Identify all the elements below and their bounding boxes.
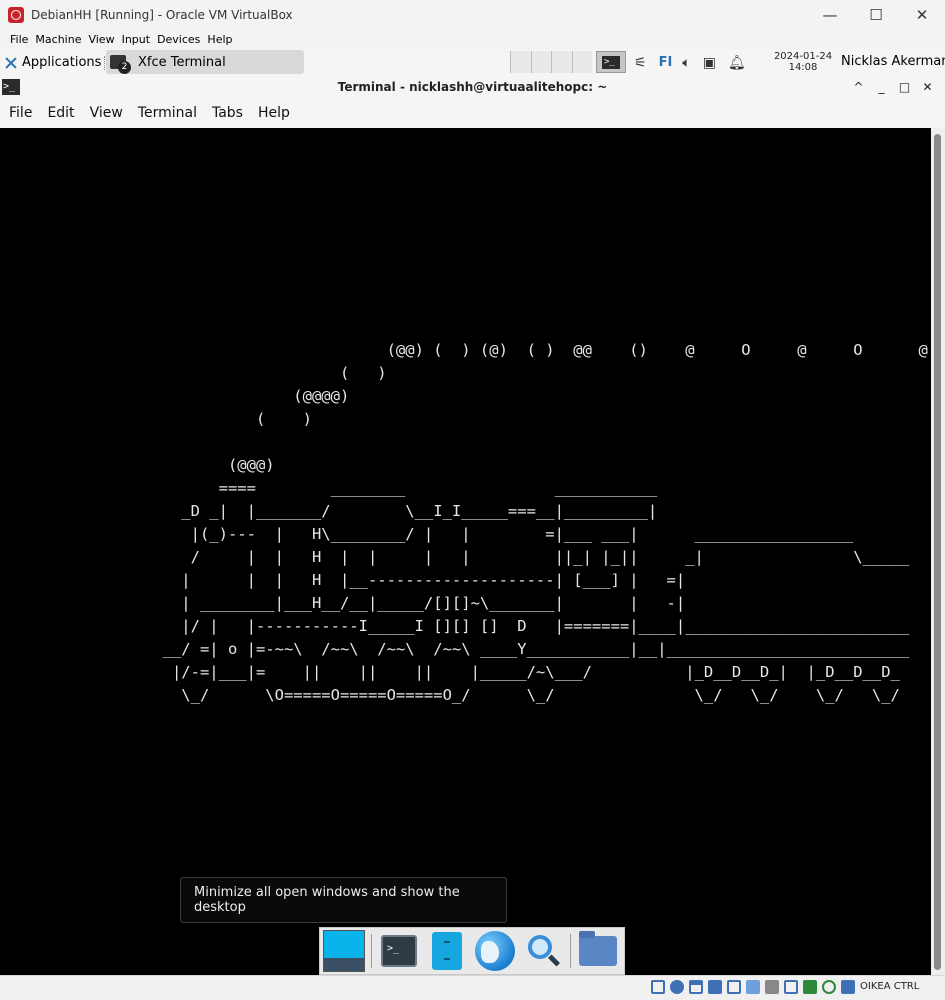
host-key-label: OIKEA CTRL — [860, 981, 920, 992]
terminal-scrollbar[interactable] — [931, 128, 945, 975]
workspace-2[interactable] — [530, 51, 551, 73]
shared-folders-icon[interactable] — [746, 980, 760, 994]
network-adapter-icon[interactable] — [708, 980, 722, 994]
terminal-window-title: Terminal - nicklashh@virtuaalitehopc: ~ — [337, 80, 608, 94]
dock-separator — [570, 934, 571, 968]
notification-bell-icon[interactable]: 🔔︎ — [728, 55, 746, 71]
menu-help[interactable]: Help — [258, 105, 290, 121]
recording-icon[interactable] — [784, 980, 798, 994]
menu-terminal[interactable]: Terminal — [138, 105, 197, 121]
host-maximize-button[interactable]: ☐ — [853, 0, 899, 30]
dock-file-cabinet-launcher[interactable] — [425, 929, 469, 973]
dock-file-manager-launcher[interactable] — [576, 929, 620, 973]
applications-menu-button[interactable]: Applications — [0, 49, 101, 76]
host-menu-devices[interactable]: Devices — [157, 33, 207, 46]
magnifier-icon — [524, 932, 562, 970]
show-desktop-tooltip: Minimize all open windows and show the d… — [180, 877, 507, 923]
host-minimize-button[interactable]: — — [807, 0, 853, 30]
volume-icon[interactable]: 🔈︎ — [682, 55, 690, 71]
virtualbox-icon — [8, 7, 24, 23]
terminal-emulator-icon: >_ — [381, 935, 417, 967]
clock-time: 14:08 — [788, 62, 818, 73]
host-window-title: DebianHH [Running] - Oracle VM VirtualBo… — [31, 8, 293, 22]
usb-icon[interactable] — [727, 980, 741, 994]
window-count-badge: 2 — [118, 61, 131, 74]
dock-terminal-launcher[interactable]: >_ — [377, 929, 421, 973]
display-icon[interactable] — [765, 980, 779, 994]
host-titlebar: DebianHH [Running] - Oracle VM VirtualBo… — [0, 0, 945, 30]
terminal-launcher-button[interactable]: >_ — [596, 51, 626, 73]
host-menu-view[interactable]: View — [88, 33, 121, 46]
dock-app-finder-launcher[interactable] — [521, 929, 565, 973]
globe-icon — [475, 931, 515, 971]
xfce-top-panel: Applications 2 Xfce Terminal >_ ⚟ FI 🔈︎ … — [0, 49, 945, 77]
clipboard-icon[interactable]: ▣ — [703, 55, 716, 71]
audio-icon[interactable] — [689, 980, 703, 994]
hard-disk-icon[interactable] — [651, 980, 665, 994]
show-desktop-icon — [323, 930, 365, 972]
virtualbox-statusbar: OIKEA CTRL — [0, 975, 945, 1000]
host-window-controls: — ☐ ✕ — [807, 0, 945, 30]
host-menu-machine[interactable]: Machine — [35, 33, 88, 46]
host-menu-help[interactable]: Help — [207, 33, 239, 46]
system-tray: ⚟ FI 🔈︎ ▣ 🔔︎ — [634, 49, 758, 76]
terminal-output[interactable]: (@@) ( ) (@) ( ) @@ () @ O @ O @ ( ) (@@… — [0, 128, 931, 975]
workspace-1[interactable] — [510, 51, 531, 73]
xfce-logo-icon — [4, 56, 18, 70]
scrollbar-thumb[interactable] — [934, 134, 941, 970]
terminal-menubar: File Edit View Terminal Tabs Help — [0, 98, 945, 128]
minimize-button[interactable]: _ — [870, 80, 893, 94]
maximize-button[interactable]: □ — [893, 80, 916, 94]
menu-edit[interactable]: Edit — [47, 105, 74, 121]
file-cabinet-icon — [432, 932, 462, 970]
host-menubar: File Machine View Input Devices Help — [0, 30, 945, 49]
clock-date: 2024-01-24 — [773, 51, 833, 62]
terminal-titlebar[interactable]: >_ Terminal - nicklashh@virtuaalitehopc:… — [0, 76, 945, 98]
workspace-3[interactable] — [551, 51, 572, 73]
terminal-icon: 2 — [110, 55, 131, 74]
bottom-dock: >_ — [319, 927, 625, 975]
workspace-4[interactable] — [571, 51, 592, 73]
host-menu-file[interactable]: File — [0, 33, 35, 46]
workspace-pager[interactable] — [510, 51, 592, 73]
close-button[interactable]: ✕ — [916, 80, 939, 94]
task-button-xfce-terminal[interactable]: 2 Xfce Terminal — [106, 50, 304, 74]
applications-label: Applications — [22, 55, 102, 70]
dock-web-browser-launcher[interactable] — [473, 929, 517, 973]
menu-view[interactable]: View — [90, 105, 123, 121]
tooltip-text: Minimize all open windows and show the d… — [194, 885, 460, 915]
show-desktop-button[interactable] — [322, 929, 366, 973]
keyboard-capture-icon[interactable] — [841, 980, 855, 994]
optical-drive-icon[interactable] — [670, 980, 684, 994]
network-icon[interactable]: ⚟ — [634, 55, 647, 71]
terminal-launcher-icon: >_ — [602, 55, 620, 69]
cpu-activity-icon[interactable] — [803, 980, 817, 994]
shade-button[interactable]: ^ — [847, 80, 870, 94]
steam-locomotive-ascii-art: (@@) ( ) (@) ( ) @@ () @ O @ O @ ( ) (@@… — [162, 341, 928, 704]
host-menu-input[interactable]: Input — [122, 33, 157, 46]
vm-device-icons — [651, 980, 860, 994]
menu-file[interactable]: File — [9, 105, 32, 121]
host-close-button[interactable]: ✕ — [899, 0, 945, 30]
task-button-label: Xfce Terminal — [138, 54, 226, 70]
terminal-window-controls: ^ _ □ ✕ — [847, 76, 939, 98]
mouse-integration-icon[interactable] — [822, 980, 836, 994]
folder-icon — [579, 931, 617, 966]
keyboard-layout-indicator[interactable]: FI — [659, 55, 673, 70]
panel-clock[interactable]: 2024-01-24 14:08 — [770, 51, 836, 73]
user-menu[interactable]: Nicklas Akerman — [841, 54, 945, 69]
dock-separator — [371, 934, 372, 968]
menu-tabs[interactable]: Tabs — [212, 105, 243, 121]
